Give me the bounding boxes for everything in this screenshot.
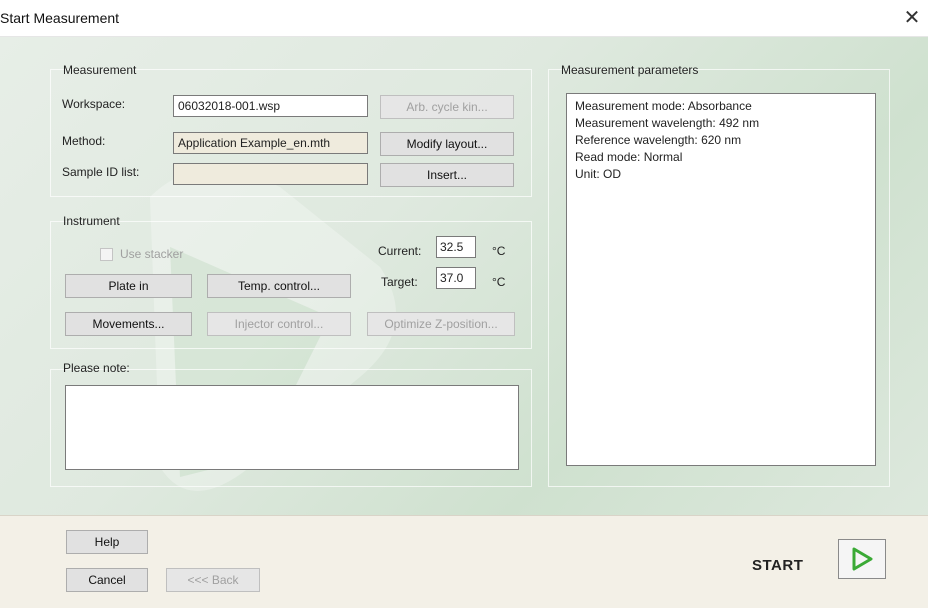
measurement-group-label: Measurement bbox=[63, 63, 137, 77]
use-stacker-checkbox[interactable] bbox=[100, 248, 113, 261]
close-icon[interactable]: ✕ bbox=[900, 6, 924, 30]
target-temp-field[interactable]: 37.0 bbox=[436, 267, 476, 289]
temp-control-button[interactable]: Temp. control... bbox=[207, 274, 351, 298]
parameter-line: Reference wavelength: 620 nm bbox=[575, 133, 742, 147]
injector-control-button[interactable]: Injector control... bbox=[207, 312, 351, 336]
dialog-titlebar: Start Measurement ✕ bbox=[0, 0, 928, 37]
start-button[interactable] bbox=[838, 539, 886, 579]
play-icon bbox=[852, 547, 873, 571]
back-button[interactable]: <<< Back bbox=[166, 568, 260, 592]
note-textarea[interactable] bbox=[65, 385, 519, 470]
parameter-line: Measurement wavelength: 492 nm bbox=[575, 116, 760, 130]
current-temp-unit: °C bbox=[492, 244, 506, 258]
arb-cycle-kinetics-button[interactable]: Arb. cycle kin... bbox=[380, 95, 514, 119]
parameters-listbox[interactable]: Measurement mode: Absorbance Measurement… bbox=[566, 93, 876, 466]
optimize-z-position-button[interactable]: Optimize Z-position... bbox=[367, 312, 515, 336]
workspace-field[interactable]: 06032018-001.wsp bbox=[173, 95, 368, 117]
current-temp-label: Current: bbox=[378, 244, 422, 258]
parameter-line: Unit: OD bbox=[575, 167, 622, 181]
insert-button[interactable]: Insert... bbox=[380, 163, 514, 187]
plate-in-button[interactable]: Plate in bbox=[65, 274, 192, 298]
parameter-line: Read mode: Normal bbox=[575, 150, 683, 164]
target-temp-unit: °C bbox=[492, 275, 506, 289]
start-label: START bbox=[752, 557, 804, 574]
instrument-group-label: Instrument bbox=[63, 214, 120, 228]
parameters-group-label: Measurement parameters bbox=[561, 63, 699, 77]
dialog-footer: Help Cancel <<< Back START bbox=[0, 515, 928, 608]
target-temp-label: Target: bbox=[381, 275, 418, 289]
parameter-line: Measurement mode: Absorbance bbox=[575, 99, 752, 113]
dialog-title: Start Measurement bbox=[0, 10, 120, 26]
method-field[interactable]: Application Example_en.mth bbox=[173, 132, 368, 154]
sample-id-list-field[interactable] bbox=[173, 163, 368, 185]
cancel-button[interactable]: Cancel bbox=[66, 568, 148, 592]
note-group-label: Please note: bbox=[63, 361, 130, 375]
use-stacker-label: Use stacker bbox=[120, 247, 184, 261]
dialog-body: Measurement Workspace: 06032018-001.wsp … bbox=[0, 37, 928, 515]
workspace-label: Workspace: bbox=[62, 97, 126, 111]
current-temp-value: 32.5 bbox=[436, 236, 476, 258]
modify-layout-button[interactable]: Modify layout... bbox=[380, 132, 514, 156]
sample-id-list-label: Sample ID list: bbox=[62, 165, 140, 179]
method-label: Method: bbox=[62, 134, 106, 148]
help-button[interactable]: Help bbox=[66, 530, 148, 554]
movements-button[interactable]: Movements... bbox=[65, 312, 192, 336]
